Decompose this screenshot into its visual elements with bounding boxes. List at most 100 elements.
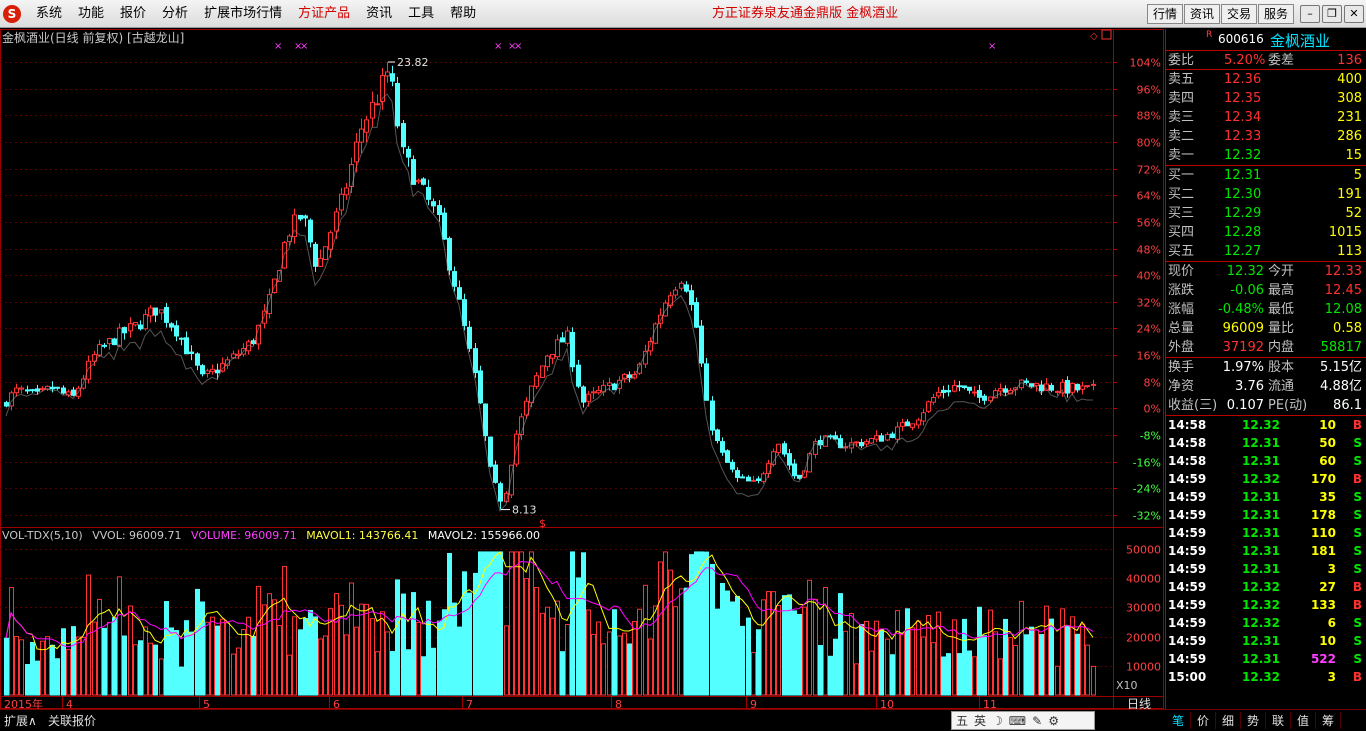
price-axis-label: 104% bbox=[1130, 57, 1161, 70]
volume-bar bbox=[395, 579, 400, 696]
menu-item-2[interactable]: 报价 bbox=[112, 0, 154, 28]
event-marker-icon[interactable]: × bbox=[274, 41, 282, 52]
event-marker-icon[interactable]: × bbox=[514, 41, 522, 52]
panel-tab-6[interactable]: 筹 bbox=[1316, 712, 1341, 729]
candle-body bbox=[364, 119, 369, 133]
tick-volume: 60 bbox=[1319, 454, 1336, 468]
ime-icon-4[interactable]: ✎ bbox=[1032, 714, 1042, 728]
volume-bar bbox=[740, 625, 745, 696]
volume-bar bbox=[756, 629, 761, 696]
volume-bar bbox=[509, 551, 514, 696]
menu-item-5[interactable]: 方证产品 bbox=[290, 0, 358, 28]
menu-item-0[interactable]: 系统 bbox=[28, 0, 70, 28]
expand-button[interactable]: 扩展∧ bbox=[4, 712, 37, 729]
volume-bar bbox=[751, 652, 756, 696]
price-axis-label: 48% bbox=[1137, 244, 1161, 257]
menu-item-3[interactable]: 分析 bbox=[154, 0, 196, 28]
volume-bar bbox=[993, 631, 998, 696]
stat-label: 总量 bbox=[1168, 321, 1195, 336]
restore-icon[interactable]: ❐ bbox=[1322, 5, 1342, 23]
diamond-icon[interactable]: ◇ bbox=[1090, 31, 1098, 42]
tick-time: 14:59 bbox=[1168, 490, 1207, 504]
volume-bar bbox=[900, 633, 905, 696]
candle-body bbox=[179, 337, 184, 340]
ime-icon-5[interactable]: ⚙ bbox=[1048, 714, 1059, 728]
panel-tab-0[interactable]: 笔 bbox=[1166, 712, 1191, 729]
candle-body bbox=[210, 368, 215, 373]
menu-item-1[interactable]: 功能 bbox=[70, 0, 112, 28]
panel-tab-1[interactable]: 价 bbox=[1191, 712, 1216, 729]
volume-bar bbox=[689, 554, 694, 696]
candle-body bbox=[19, 387, 24, 390]
volume-bar bbox=[426, 600, 431, 696]
menu-item-6[interactable]: 资讯 bbox=[358, 0, 400, 28]
sell-level-3[interactable]: 卖三 12.34 231 bbox=[1166, 108, 1366, 127]
sell-volume: 286 bbox=[1337, 129, 1362, 144]
buy-level-3[interactable]: 买三 12.29 52 bbox=[1166, 204, 1366, 223]
sell-level-1[interactable]: 卖五 12.36 400 bbox=[1166, 70, 1366, 89]
event-marker-icon[interactable]: × bbox=[988, 41, 996, 52]
event-marker-icon[interactable]: × bbox=[494, 41, 502, 52]
top-button-3[interactable]: 服务 bbox=[1258, 4, 1295, 24]
volume-bar bbox=[730, 601, 735, 696]
candle-body bbox=[679, 282, 684, 289]
menu-item-4[interactable]: 扩展市场行情 bbox=[196, 0, 290, 28]
volume-bar bbox=[9, 586, 14, 696]
volume-bar bbox=[385, 631, 390, 696]
sell-level-4[interactable]: 卖二 12.33 286 bbox=[1166, 127, 1366, 146]
volume-bar bbox=[1008, 637, 1013, 696]
panel-tab-4[interactable]: 联 bbox=[1266, 712, 1291, 729]
buy-level-2[interactable]: 买二 12.30 191 bbox=[1166, 185, 1366, 204]
volume-bar bbox=[890, 654, 895, 696]
chart-canvas[interactable]: 104% 96% 88% 80% 72% 64% 56% 48% 40% 32% 24% 16% 8% 0… bbox=[0, 29, 1164, 709]
ime-icon-0[interactable]: 五 bbox=[956, 712, 968, 729]
candle-body bbox=[807, 453, 812, 473]
candle-body bbox=[612, 383, 617, 391]
related-quote-button[interactable]: 关联报价 bbox=[48, 712, 96, 729]
panel-tab-2[interactable]: 细 bbox=[1216, 712, 1241, 729]
top-button-2[interactable]: 交易 bbox=[1221, 4, 1258, 24]
menu-item-8[interactable]: 帮助 bbox=[442, 0, 484, 28]
box-icon[interactable] bbox=[1101, 29, 1112, 40]
volume-bar bbox=[627, 643, 632, 696]
buy-level-5[interactable]: 买五 12.27 113 bbox=[1166, 242, 1366, 261]
buy-level-4[interactable]: 买四 12.28 1015 bbox=[1166, 223, 1366, 242]
volume-bar bbox=[612, 609, 617, 696]
event-marker-icon[interactable]: × bbox=[300, 41, 308, 52]
top-button-1[interactable]: 资讯 bbox=[1184, 4, 1221, 24]
top-button-0[interactable]: 行情 bbox=[1147, 4, 1184, 24]
close-icon[interactable]: ✕ bbox=[1344, 5, 1364, 23]
volume-bar bbox=[854, 663, 859, 696]
candle-body bbox=[370, 101, 375, 119]
candle-body bbox=[148, 307, 153, 317]
volume-bar bbox=[874, 620, 879, 696]
volume-bar bbox=[256, 585, 261, 696]
sell-level-5[interactable]: 卖一 12.32 15 bbox=[1166, 146, 1366, 165]
ime-icon-1[interactable]: 英 bbox=[974, 712, 986, 729]
candle-body bbox=[916, 419, 921, 426]
tick-price: 12.32 bbox=[1242, 472, 1280, 486]
stat-value: -0.48% bbox=[1218, 302, 1264, 317]
candle-body bbox=[787, 453, 792, 466]
panel-tab-3[interactable]: 势 bbox=[1241, 712, 1266, 729]
candle-body bbox=[318, 257, 323, 267]
sell-book: 卖五 12.36 400 卖四 12.35 308 卖三 12.34 231 卖二 12.33 286… bbox=[1166, 70, 1366, 166]
sell-level-2[interactable]: 卖四 12.35 308 bbox=[1166, 89, 1366, 108]
time-axis-label: 11 bbox=[983, 698, 997, 709]
tick-volume: 181 bbox=[1310, 544, 1336, 558]
tick-list[interactable]: 14:58 12.32 10 B 14:58 12.31 50 S 14:58 12.31 60 S 1… bbox=[1166, 416, 1366, 686]
tick-side: B bbox=[1352, 670, 1362, 684]
ime-icon-3[interactable]: ⌨ bbox=[1009, 714, 1026, 728]
candle-body bbox=[1034, 382, 1039, 387]
menu-item-7[interactable]: 工具 bbox=[400, 0, 442, 28]
minimize-icon[interactable]: – bbox=[1300, 5, 1320, 23]
kline-chart[interactable]: 金枫酒业(日线 前复权) [古越龙山] VOL-TDX(5,10) VVOL: … bbox=[0, 29, 1164, 709]
ime-icon-2[interactable]: ☽ bbox=[992, 714, 1003, 728]
candle-body bbox=[704, 363, 709, 401]
ime-toolbar[interactable]: 五英 ☽ ⌨ ✎ ⚙ bbox=[951, 711, 1095, 730]
panel-tab-5[interactable]: 值 bbox=[1291, 712, 1316, 729]
candle-body bbox=[426, 186, 431, 200]
buy-level-1[interactable]: 买一 12.31 5 bbox=[1166, 166, 1366, 185]
volume-bar bbox=[982, 635, 987, 696]
price-axis-label: -8% bbox=[1140, 430, 1161, 443]
